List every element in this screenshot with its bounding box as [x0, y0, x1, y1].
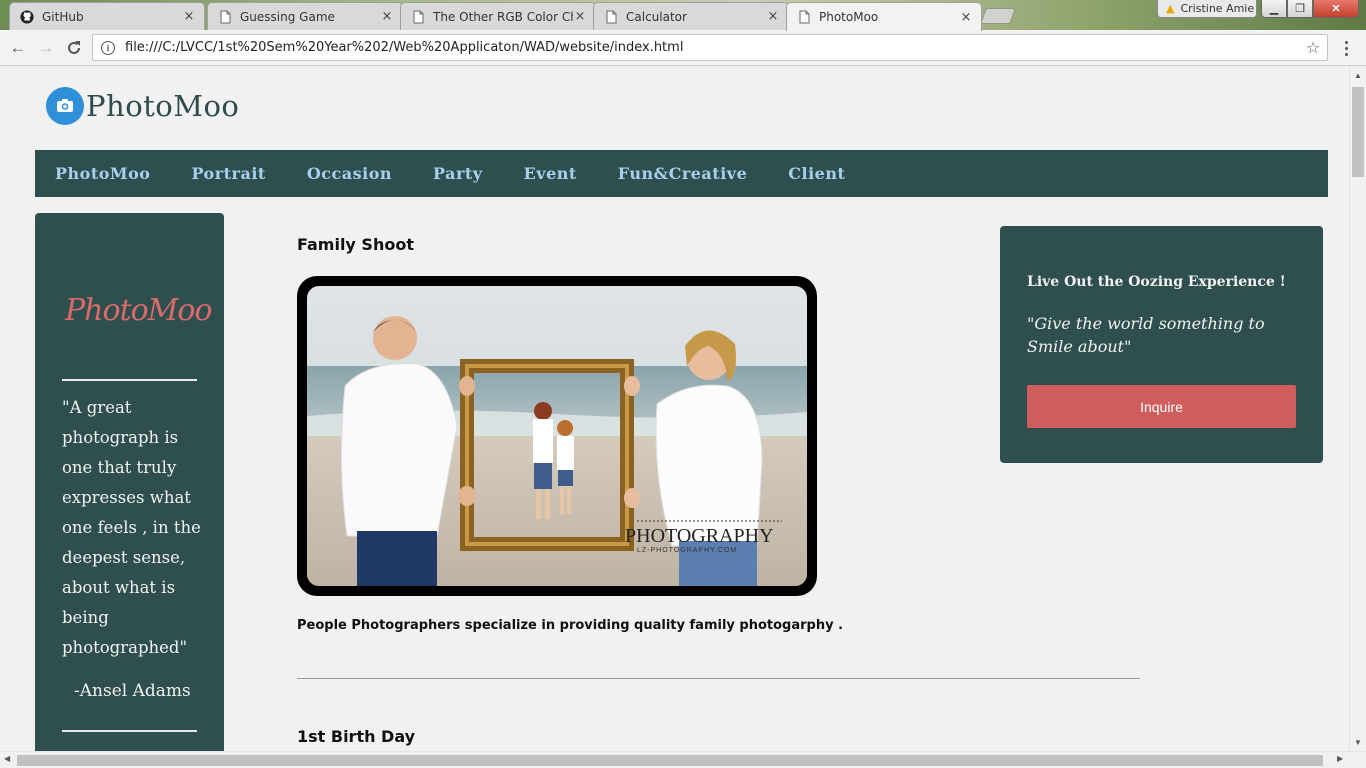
tab-label: Guessing Game — [240, 9, 335, 24]
new-tab-button[interactable] — [980, 8, 1016, 24]
scroll-thumb[interactable] — [17, 755, 1323, 766]
family-beach-photo: PHOTOGRAPHY LZ-PHOTOGRAPHY.COM — [307, 286, 807, 586]
family-photo: PHOTOGRAPHY LZ-PHOTOGRAPHY.COM — [297, 276, 817, 596]
vertical-scrollbar[interactable]: ▲ ▼ — [1349, 67, 1366, 751]
browser-toolbar: ← → i file:///C:/LVCC/1st%20Sem%20Year%2… — [0, 30, 1366, 66]
maximize-button[interactable]: ❐ — [1287, 0, 1313, 18]
promo-headline: Live Out the Oozing Experience ! — [1027, 274, 1286, 290]
page-viewport: PhotoMoo PhotoMoo Portrait Occasion Part… — [0, 67, 1349, 751]
minimize-button[interactable]: ▁ — [1261, 0, 1287, 18]
tab-label: The Other RGB Color Ch — [433, 9, 573, 24]
profile-name: Cristine Amie — [1180, 2, 1255, 15]
page-icon — [799, 10, 810, 24]
url-text: file:///C:/LVCC/1st%20Sem%20Year%202/Web… — [125, 40, 684, 55]
promo-panel: Live Out the Oozing Experience ! "Give t… — [1000, 226, 1323, 463]
scroll-thumb[interactable] — [1352, 87, 1364, 177]
scroll-right-icon[interactable]: ▶ — [1337, 754, 1343, 763]
warning-icon: ▲ — [1166, 2, 1175, 15]
close-tab-icon[interactable]: × — [573, 9, 587, 24]
photo-caption: People Photographers specialize in provi… — [297, 618, 844, 633]
close-tab-icon[interactable]: × — [766, 9, 780, 24]
bookmark-star-icon[interactable]: ☆ — [1299, 38, 1327, 57]
scroll-down-icon[interactable]: ▼ — [1354, 738, 1362, 747]
sidebar-quote: "A great photograph is one that truly ex… — [62, 398, 201, 657]
site-name: PhotoMoo — [86, 89, 240, 123]
address-bar[interactable]: i file:///C:/LVCC/1st%20Sem%20Year%202/W… — [92, 34, 1328, 61]
forward-arrow-icon[interactable]: → — [34, 36, 58, 60]
tab-calculator[interactable]: Calculator × — [593, 2, 789, 30]
close-window-button[interactable]: ✕ — [1313, 0, 1359, 18]
page-icon — [220, 10, 231, 23]
sidebar-logo-text: PhotoMoo — [65, 293, 213, 328]
tab-github[interactable]: GitHub × — [9, 2, 205, 30]
main-nav: PhotoMoo Portrait Occasion Party Event F… — [35, 150, 1328, 197]
section-divider — [297, 678, 1140, 679]
github-icon — [20, 9, 34, 24]
page-icon — [413, 10, 424, 23]
nav-link-photomoo[interactable]: PhotoMoo — [55, 164, 150, 183]
tab-rgb-color[interactable]: The Other RGB Color Ch × — [400, 2, 596, 30]
tab-label: PhotoMoo — [819, 10, 879, 24]
nav-link-portrait[interactable]: Portrait — [191, 164, 265, 183]
site-logo[interactable]: PhotoMoo — [46, 87, 239, 125]
horizontal-scrollbar[interactable]: ◀ ▶ — [0, 751, 1366, 768]
tab-strip: GitHub × Guessing Game × The Other RGB C… — [0, 0, 1366, 31]
tab-guessing-game[interactable]: Guessing Game × — [207, 2, 403, 30]
photo-watermark-url: LZ-PHOTOGRAPHY.COM — [637, 547, 737, 554]
close-tab-icon[interactable]: × — [380, 9, 394, 24]
nav-link-fun-creative[interactable]: Fun&Creative — [618, 164, 747, 183]
page-icon — [606, 10, 617, 23]
tab-label: GitHub — [42, 9, 84, 24]
nav-link-client[interactable]: Client — [788, 164, 845, 183]
divider — [62, 379, 197, 381]
quote-author: -Ansel Adams — [74, 681, 191, 701]
nav-link-party[interactable]: Party — [433, 164, 483, 183]
tab-photomoo[interactable]: PhotoMoo × — [786, 2, 982, 31]
photo-watermark: PHOTOGRAPHY — [625, 525, 774, 547]
divider — [62, 730, 197, 732]
promo-tagline: "Give the world something to Smile about… — [1027, 314, 1265, 356]
reload-icon[interactable] — [62, 36, 86, 60]
camera-icon — [46, 87, 84, 125]
quote-sidebar: PhotoMoo "A great photograph is one that… — [35, 213, 224, 751]
close-tab-icon[interactable]: × — [182, 9, 196, 24]
section-title: 1st Birth Day — [297, 727, 416, 746]
inquire-button[interactable]: Inquire — [1027, 385, 1296, 428]
profile-badge[interactable]: ▲ Cristine Amie — [1157, 0, 1257, 18]
scroll-up-icon[interactable]: ▲ — [1354, 71, 1362, 80]
close-tab-icon[interactable]: × — [959, 10, 973, 25]
nav-link-event[interactable]: Event — [524, 164, 577, 183]
browser-menu-icon[interactable] — [1338, 36, 1354, 60]
tab-label: Calculator — [626, 9, 687, 24]
nav-link-occasion[interactable]: Occasion — [307, 164, 392, 183]
info-icon[interactable]: i — [101, 40, 115, 55]
back-arrow-icon[interactable]: ← — [6, 36, 30, 60]
scroll-left-icon[interactable]: ◀ — [4, 754, 10, 763]
